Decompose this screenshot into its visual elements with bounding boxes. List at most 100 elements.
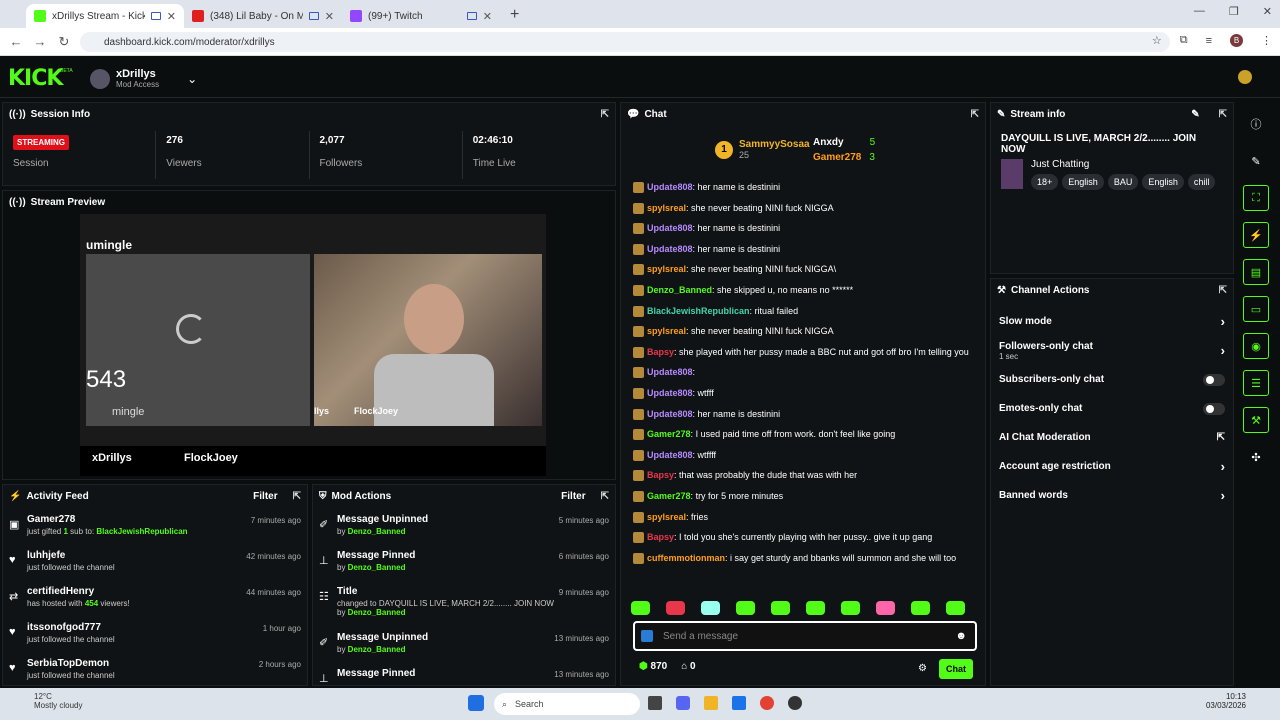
mod-action-user[interactable]: Denzo_Banned [348, 527, 406, 536]
close-tab-icon[interactable]: ✕ [167, 10, 176, 23]
emote-icon[interactable] [911, 601, 930, 615]
channel-action-5[interactable]: Account age restriction › [991, 452, 1233, 481]
url-field[interactable]: dashboard.kick.com/moderator/xdrillys [80, 32, 1170, 52]
emote-icon[interactable] [666, 601, 685, 615]
stream-tag[interactable]: English [1142, 174, 1184, 190]
chat-input[interactable]: Send a message ☻ [633, 621, 977, 651]
info-icon[interactable]: ⓘ [1243, 111, 1269, 137]
emote-icon[interactable] [771, 601, 790, 615]
stream-tag[interactable]: chill [1187, 174, 1216, 190]
system-clock[interactable]: 10:13 03/03/2026 [1206, 692, 1246, 710]
maximize-icon[interactable]: ❐ [1229, 5, 1239, 18]
activity-target[interactable]: BlackJewishRepublican [96, 527, 187, 536]
file-explorer-icon[interactable] [704, 696, 718, 710]
menu-icon[interactable]: ⋮ [1261, 34, 1272, 47]
mod-action-user[interactable]: Denzo_Banned [348, 608, 406, 617]
mod-action-item[interactable]: ☷ Title changed to DAYQUILL IS LIVE, MARCH… [313, 583, 615, 629]
chat-username[interactable]: Update808 [647, 388, 693, 398]
wrench-icon[interactable]: ⚒ [1243, 407, 1269, 433]
chat-username[interactable]: spylsreal [647, 512, 686, 522]
emote-icon[interactable] [806, 601, 825, 615]
extensions-icon[interactable]: ⧉ [1180, 34, 1188, 47]
activity-user[interactable]: luhhjefe [27, 550, 246, 561]
popout-icon[interactable]: ⇱ [601, 109, 609, 120]
stream-tag[interactable]: BAU [1107, 174, 1139, 190]
chat-username[interactable]: Bapsy [647, 470, 674, 480]
chat-username[interactable]: cuffemmotionman [647, 553, 725, 563]
activity-user[interactable]: SerbiaTopDemon [27, 658, 259, 669]
edit-icon[interactable]: ✎ [1191, 109, 1199, 120]
chat-message[interactable]: Update808: wtfff [621, 385, 987, 406]
channel-switcher[interactable]: xDrillys Mod Access ⌄ [90, 68, 197, 89]
filter-button[interactable]: Filter [253, 491, 277, 502]
chat-message[interactable]: cuffemmotionman: i say get sturdy and bb… [621, 550, 987, 571]
chrome-icon[interactable] [760, 696, 774, 710]
profile-avatar[interactable]: B [1230, 34, 1243, 47]
layout-icon[interactable]: ☰ [1243, 370, 1269, 396]
chat-message[interactable]: spylsreal: she never beating NINI fuck N… [621, 323, 987, 344]
apps-icon[interactable]: ✣ [1243, 444, 1269, 470]
chevron-right-icon[interactable]: › [1221, 314, 1225, 329]
reload-icon[interactable]: ↻ [52, 34, 76, 50]
chevron-down-icon[interactable]: ⌄ [187, 72, 197, 86]
gifter-name[interactable]: Gamer278 [813, 152, 861, 163]
chat-message[interactable]: Gamer278: I used paid time off from work… [621, 426, 987, 447]
chat-message[interactable]: Update808: her name is destinini [621, 406, 987, 427]
close-tab-icon[interactable]: ✕ [325, 10, 334, 23]
emote-icon[interactable] [841, 601, 860, 615]
chat-message[interactable]: Update808: [621, 364, 987, 385]
channel-action-3[interactable]: Emotes-only chat [991, 394, 1233, 423]
chat-username[interactable]: Update808 [647, 409, 693, 419]
close-window-icon[interactable]: ✕ [1263, 5, 1272, 18]
chat-message[interactable]: Gamer278: try for 5 more minutes [621, 488, 987, 509]
popout-icon[interactable]: ⇱ [601, 491, 609, 502]
gear-icon[interactable]: ⚙ [918, 663, 927, 674]
store-icon[interactable] [732, 696, 746, 710]
chat-username[interactable]: Update808 [647, 244, 693, 254]
mod-action-item[interactable]: ✐ Message Unpinned by Denzo_Banned 5 minute… [313, 511, 615, 547]
emote-icon[interactable] [876, 601, 895, 615]
back-icon[interactable]: ← [4, 34, 28, 49]
chevron-right-icon[interactable]: › [1221, 459, 1225, 474]
emote-icon[interactable] [631, 601, 650, 615]
activity-user[interactable]: itssonofgod777 [27, 622, 263, 633]
chat-username[interactable]: Denzo_Banned [647, 285, 712, 295]
chevron-right-icon[interactable]: › [1221, 488, 1225, 503]
activity-item[interactable]: ♥ luhhjefe just followed the channel 42 min… [3, 547, 307, 583]
chat-message[interactable]: spylsreal: she never beating NINI fuck N… [621, 200, 987, 221]
channel-action-4[interactable]: AI Chat Moderation ⇱ [991, 423, 1233, 452]
popout-icon[interactable]: ⇱ [1219, 109, 1227, 120]
broadcast-icon[interactable]: ◉ [1243, 333, 1269, 359]
toggle-switch[interactable] [1203, 373, 1225, 386]
chat-username[interactable]: Gamer278 [647, 429, 691, 439]
top-gifter[interactable]: 1 SammyySosaa 25 [715, 139, 810, 160]
activity-user[interactable]: Gamer278 [27, 514, 251, 525]
chevron-right-icon[interactable]: › [1221, 343, 1225, 358]
bookmark-star-icon[interactable]: ☆ [1152, 34, 1162, 47]
emote-icon[interactable] [701, 601, 720, 615]
browser-tab-kick[interactable]: xDrillys Stream - Kick Dashb ✕ [26, 4, 184, 28]
emoji-icon[interactable]: ☻ [955, 630, 967, 642]
media-icon[interactable]: ≡ [1206, 35, 1212, 47]
chat-message[interactable]: Denzo_Banned: she skipped u, no means no… [621, 282, 987, 303]
chat-username[interactable]: Bapsy [647, 532, 674, 542]
external-link-icon[interactable]: ⇱ [1217, 432, 1225, 443]
chat-message[interactable]: Bapsy: I told you she's currently playin… [621, 529, 987, 550]
new-tab-button[interactable]: + [500, 6, 529, 28]
popout-icon[interactable]: ⇱ [1219, 285, 1227, 296]
windows-start-icon[interactable] [468, 695, 484, 711]
chat-username[interactable]: BlackJewishRepublican [647, 306, 750, 316]
chat-username[interactable]: Update808 [647, 223, 693, 233]
chat-username[interactable]: spylsreal [647, 203, 686, 213]
filter-button[interactable]: Filter [561, 491, 585, 502]
pencil-icon[interactable]: ✎ [1243, 148, 1269, 174]
bolt-icon[interactable]: ⚡ [1243, 222, 1269, 248]
chat-username[interactable]: Bapsy [647, 347, 674, 357]
emote-icon[interactable] [736, 601, 755, 615]
activity-item[interactable]: ♥ SerbiaTopDemon just followed the channel… [3, 655, 307, 691]
chat-message[interactable]: Update808: wtffff [621, 447, 987, 468]
task-view-icon[interactable] [648, 696, 662, 710]
close-tab-icon[interactable]: ✕ [483, 10, 492, 23]
chat-username[interactable]: spylsreal [647, 326, 686, 336]
toggle-switch[interactable] [1203, 402, 1225, 415]
